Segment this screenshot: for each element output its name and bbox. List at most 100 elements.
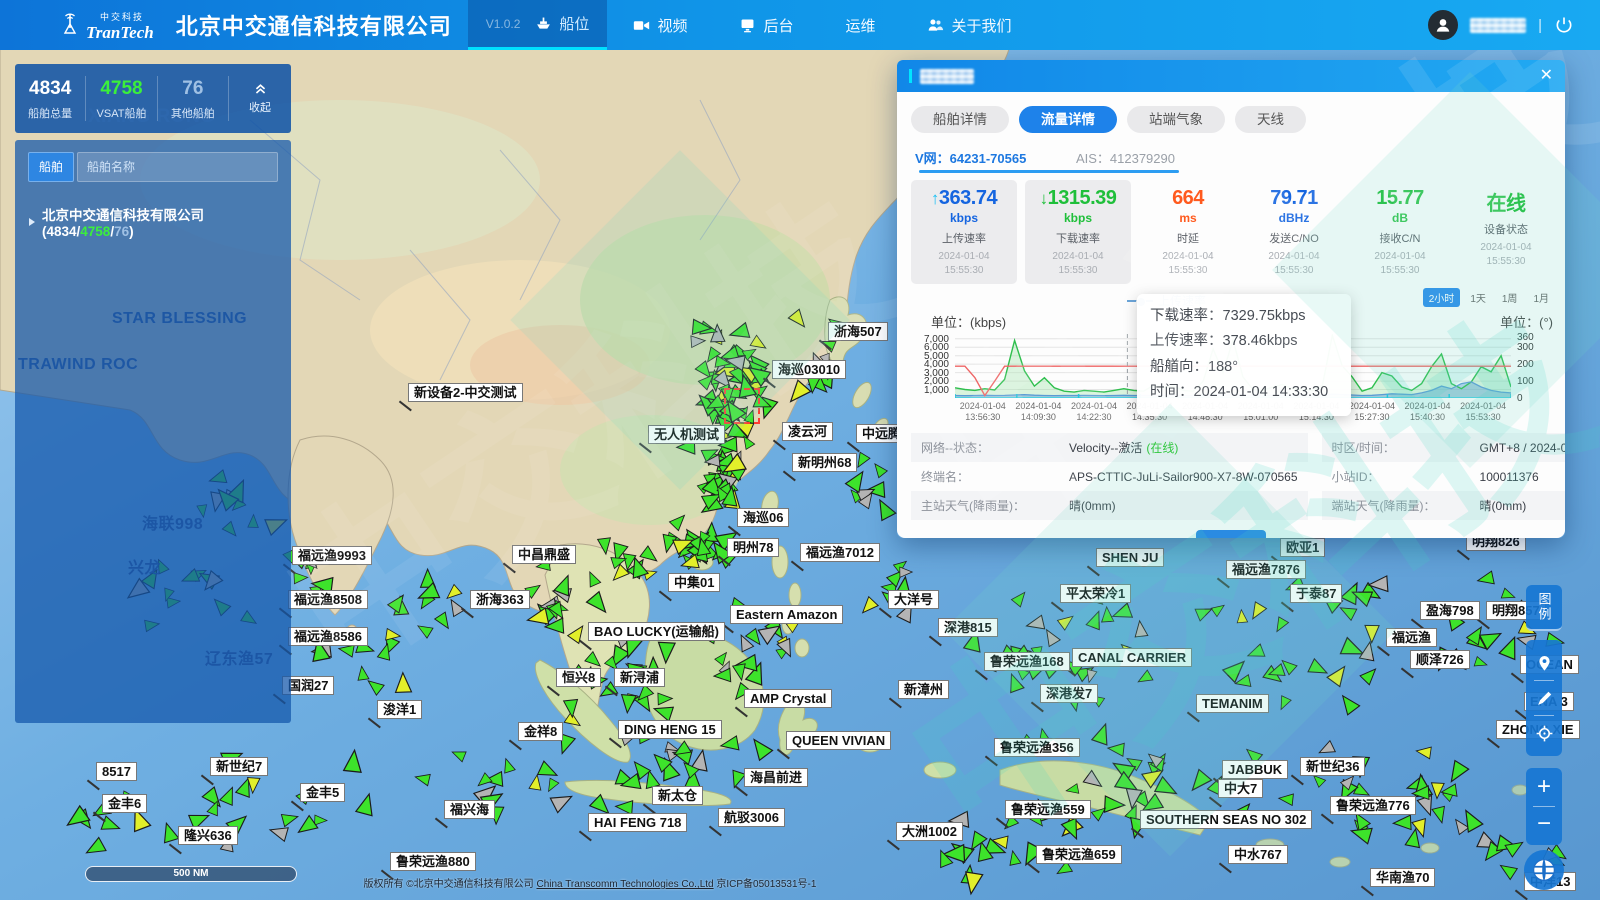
ship-label[interactable]: 海巡03010 — [772, 360, 846, 379]
ship-marker[interactable] — [858, 597, 878, 617]
ship-marker[interactable] — [585, 570, 601, 587]
ship-marker[interactable] — [1431, 783, 1445, 799]
ship-label[interactable]: 福远渔 — [1386, 628, 1437, 647]
ship-marker[interactable] — [1083, 770, 1105, 792]
copyright-link[interactable]: China Transcomm Technologies Co.,Ltd — [536, 879, 713, 890]
ship-marker[interactable] — [315, 815, 328, 826]
ship-marker[interactable] — [550, 789, 575, 812]
ship-label[interactable]: 盈海798 — [1420, 601, 1480, 620]
ship-label[interactable]: TEMANIM — [1196, 694, 1269, 713]
ship-marker[interactable] — [501, 757, 516, 773]
tree-node-company[interactable]: 北京中交通信科技有限公司(4834/4758/76) — [29, 204, 291, 239]
ship-label[interactable]: BAO LUCKY(运输船) — [588, 622, 725, 641]
ship-label[interactable]: 新明州68 — [792, 453, 857, 472]
ship-marker[interactable] — [544, 778, 559, 794]
ship-label[interactable]: AMP Crystal — [744, 689, 832, 708]
ship-marker[interactable] — [435, 612, 454, 632]
ship-marker[interactable] — [652, 702, 674, 721]
ship-label[interactable]: 金丰6 — [102, 794, 147, 813]
ship-marker[interactable] — [640, 546, 661, 566]
ship-label[interactable]: 中昌鼎盛 — [512, 545, 576, 564]
ship-marker[interactable] — [1211, 601, 1227, 616]
ship-label[interactable]: SHEN JU — [1096, 548, 1164, 567]
ship-label[interactable]: 鲁荣远渔559 — [1005, 800, 1091, 819]
zoom-in-button[interactable]: + — [1526, 770, 1562, 806]
ship-marker[interactable] — [415, 621, 433, 638]
ship-marker[interactable] — [658, 693, 673, 705]
ship-label[interactable]: 华南渔70 — [1370, 868, 1435, 887]
ship-marker[interactable] — [587, 592, 612, 618]
ship-marker[interactable] — [1057, 611, 1076, 630]
ship-marker[interactable] — [1359, 641, 1377, 661]
stats-scrollbar[interactable] — [919, 170, 1179, 173]
ship-label[interactable]: 恒兴8 — [556, 668, 601, 687]
ship-marker[interactable] — [620, 695, 636, 714]
ship-label[interactable]: 航驳3006 — [718, 808, 785, 827]
ship-label[interactable]: 平太荣冷1 — [1060, 584, 1131, 603]
ship-label[interactable]: 于泰87 — [1290, 584, 1342, 603]
ship-marker[interactable] — [1107, 742, 1124, 757]
ship-label[interactable]: CANAL CARRIER — [1072, 648, 1192, 667]
ship-marker[interactable] — [1025, 615, 1045, 632]
ship-marker[interactable] — [1451, 816, 1469, 834]
locate-ship-button[interactable] — [1526, 646, 1562, 680]
ship-marker[interactable] — [1236, 609, 1248, 623]
ship-label[interactable]: QUEEN VIVIAN — [786, 731, 891, 750]
nav-item-船位[interactable]: V1.0.2船位 — [468, 0, 608, 50]
ship-label[interactable]: 鲁荣远渔880 — [390, 852, 476, 871]
map-legend-button[interactable]: 图例 — [1526, 585, 1562, 631]
range-1天[interactable]: 1天 — [1464, 288, 1492, 307]
ship-marker[interactable] — [1007, 850, 1021, 866]
ship-label[interactable]: 明州78 — [727, 538, 779, 557]
ship-label[interactable]: 鲁荣远渔659 — [1036, 845, 1122, 864]
ship-label[interactable]: 鲁荣远渔776 — [1330, 796, 1416, 815]
ship-marker[interactable] — [1101, 606, 1114, 622]
ship-label[interactable]: 中集01 — [668, 573, 720, 592]
ship-label[interactable]: 大洋号 — [888, 590, 939, 609]
ship-label[interactable]: 福远渔7012 — [800, 543, 880, 562]
ship-marker[interactable] — [294, 572, 308, 584]
ship-marker[interactable] — [83, 837, 106, 859]
ship-label[interactable]: 金丰5 — [300, 783, 345, 802]
ship-marker[interactable] — [609, 564, 629, 584]
ship-marker[interactable] — [159, 821, 179, 843]
ship-marker[interactable] — [1337, 602, 1356, 620]
ship-label[interactable]: 福远渔7876 — [1226, 560, 1306, 579]
ship-marker[interactable] — [679, 555, 699, 573]
ship-marker[interactable] — [1316, 741, 1335, 759]
ship-label[interactable]: JABBUK — [1222, 760, 1288, 779]
ship-marker[interactable] — [873, 496, 896, 520]
ship-marker[interactable] — [598, 538, 613, 555]
ship-label[interactable]: 欧亚1 — [1280, 538, 1325, 557]
tree-expand-icon[interactable] — [29, 218, 35, 226]
ship-marker[interactable] — [1365, 625, 1379, 642]
ship-marker[interactable] — [1444, 761, 1468, 786]
ship-marker[interactable] — [728, 323, 750, 343]
ship-marker[interactable] — [1327, 662, 1351, 687]
ship-marker[interactable] — [657, 642, 675, 663]
ship-label[interactable]: 福兴海 — [444, 800, 495, 819]
ship-label[interactable]: 福远渔9993 — [292, 546, 372, 565]
range-1月[interactable]: 1月 — [1527, 288, 1555, 307]
ship-marker[interactable] — [538, 761, 560, 782]
ship-name-input[interactable] — [77, 152, 278, 182]
user-avatar[interactable] — [1428, 10, 1458, 40]
ship-label[interactable]: 金祥8 — [518, 722, 563, 741]
tab-流量详情[interactable]: 流量详情 — [1019, 106, 1117, 133]
ship-marker[interactable] — [1135, 670, 1153, 687]
track-button[interactable]: 轨迹 — [1196, 530, 1266, 538]
ship-marker[interactable] — [1247, 602, 1266, 622]
ship-marker[interactable] — [784, 380, 810, 407]
range-1周[interactable]: 1周 — [1496, 288, 1524, 307]
nav-item-视频[interactable]: 视频 — [607, 0, 713, 50]
ship-marker[interactable] — [710, 324, 725, 342]
ship-label[interactable]: 浙海507 — [828, 322, 888, 341]
range-2小时[interactable]: 2小时 — [1423, 288, 1461, 307]
ship-marker[interactable] — [720, 736, 739, 753]
ship-marker[interactable] — [1432, 806, 1448, 824]
brand-logo[interactable]: 中交科技 TranTech — [58, 10, 154, 41]
ship-marker[interactable] — [1155, 777, 1180, 801]
ship-marker[interactable] — [344, 749, 364, 772]
search-type-button[interactable]: 船舶 — [28, 152, 74, 182]
collapse-button[interactable]: 收起 — [229, 82, 291, 115]
